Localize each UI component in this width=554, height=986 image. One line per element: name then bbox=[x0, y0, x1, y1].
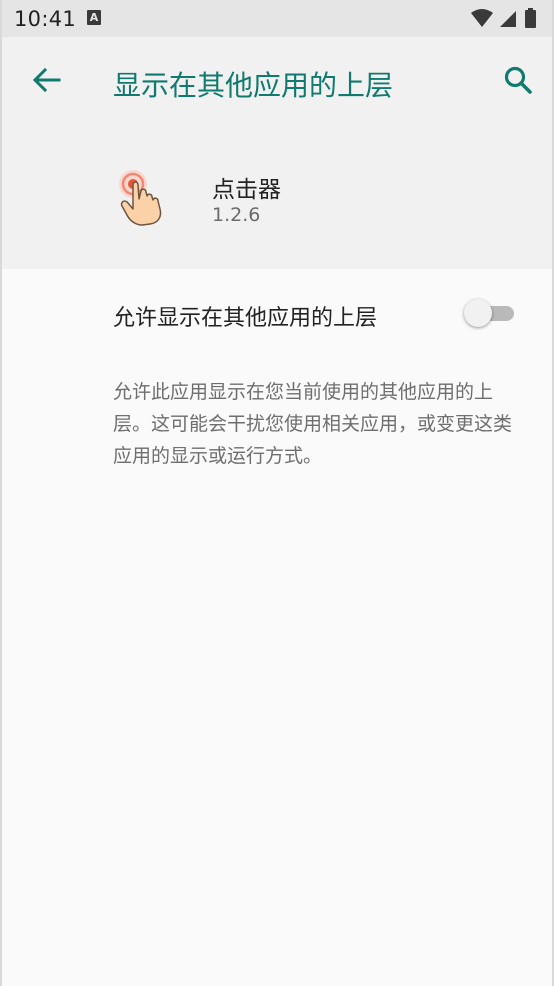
status-icons bbox=[470, 7, 544, 29]
search-icon bbox=[504, 66, 532, 94]
arrow-left-icon bbox=[32, 67, 61, 93]
status-bar: 10:41 A bbox=[2, 0, 552, 37]
app-name: 点击器 bbox=[212, 177, 281, 203]
tap-hand-icon bbox=[114, 163, 178, 227]
overlay-permission-row[interactable]: 允许显示在其他应用的上层 bbox=[2, 270, 552, 356]
signal-icon bbox=[500, 11, 516, 27]
search-button[interactable] bbox=[500, 62, 536, 98]
overlay-permission-toggle[interactable] bbox=[464, 299, 516, 327]
app-version: 1.2.6 bbox=[212, 204, 261, 226]
status-time: 10:41 bbox=[14, 7, 77, 31]
notification-a-icon: A bbox=[87, 10, 101, 25]
back-button[interactable] bbox=[28, 62, 64, 98]
wifi-icon bbox=[471, 9, 493, 27]
app-bar: 显示在其他应用的上层 点击器 1.2.6 bbox=[2, 37, 552, 269]
permission-description: 允许此应用显示在您当前使用的其他应用的上层。这可能会干扰您使用相关应用，或变更这… bbox=[113, 381, 513, 467]
page-title: 显示在其他应用的上层 bbox=[113, 69, 394, 102]
battery-icon bbox=[525, 8, 536, 28]
toggle-thumb bbox=[464, 299, 492, 327]
screen: 10:41 A 显示在其他应用的上层 点击器 1.2.6 允许显示在其他应用的上… bbox=[0, 0, 554, 986]
overlay-permission-label: 允许显示在其他应用的上层 bbox=[113, 306, 378, 331]
